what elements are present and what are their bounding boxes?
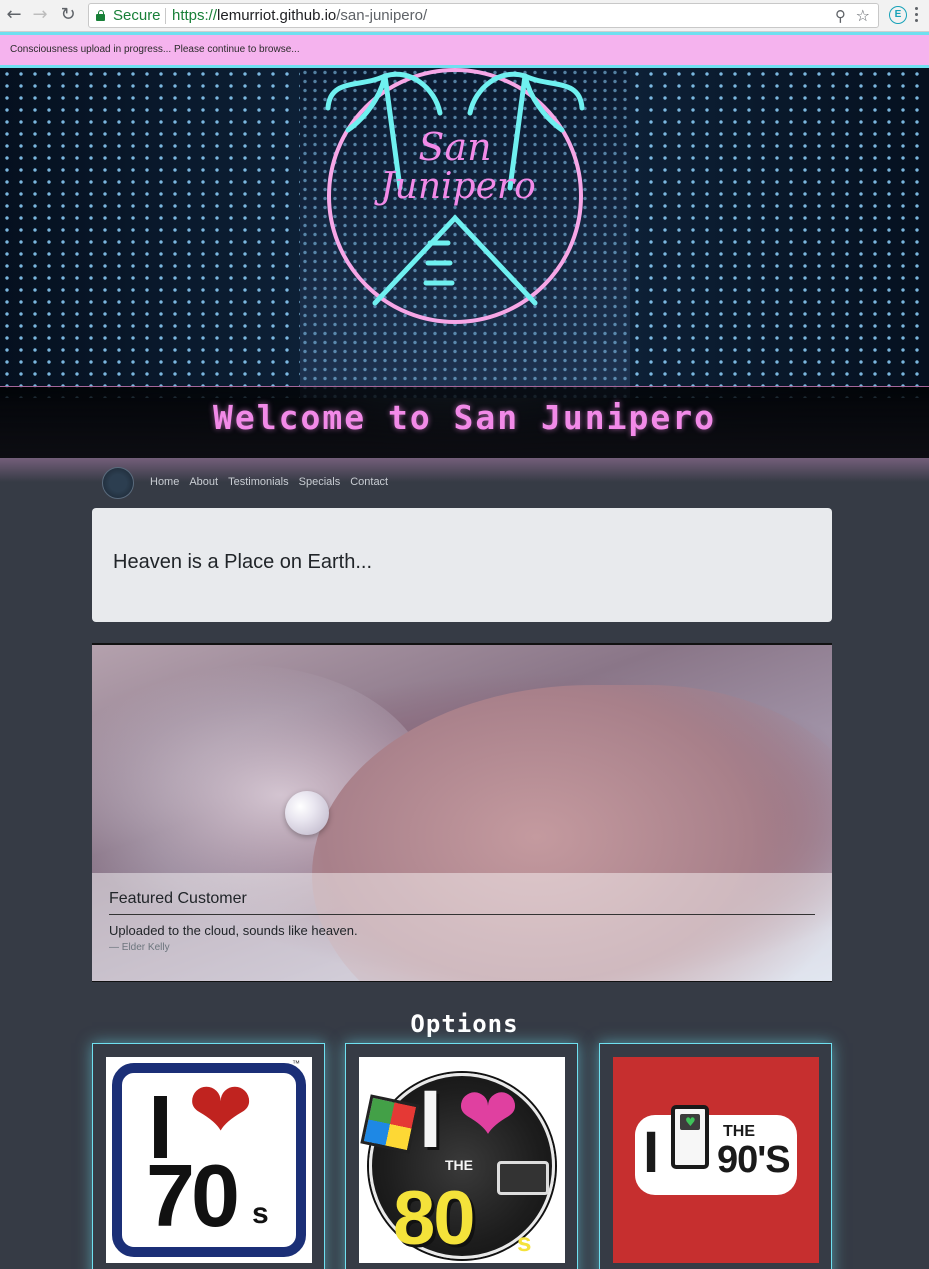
address-separator bbox=[165, 8, 166, 24]
featured-title: Featured Customer bbox=[109, 890, 247, 907]
cassette-icon bbox=[497, 1161, 549, 1195]
url-text[interactable]: https://lemurriot.github.io/san-junipero… bbox=[172, 7, 427, 24]
eighties-the-text: THE bbox=[445, 1157, 473, 1173]
welcome-heading: Welcome to San Junipero bbox=[213, 398, 716, 437]
reload-icon[interactable]: ↻ bbox=[58, 5, 78, 25]
option-card-90s[interactable]: I ♥ THE 90'S bbox=[599, 1043, 832, 1269]
logo-text-junipero: Junipero bbox=[373, 166, 536, 207]
forward-arrow-icon[interactable]: → bbox=[30, 5, 50, 25]
server-rack-left bbox=[0, 68, 300, 398]
logo-text-san: San bbox=[418, 125, 491, 169]
i-love-90s-image: I ♥ THE 90'S bbox=[613, 1057, 819, 1263]
nav-specials-link[interactable]: Specials bbox=[299, 476, 341, 488]
i-love-70s-image: I ❤ 70 s ™ bbox=[106, 1057, 312, 1263]
heart-icon: ❤ bbox=[457, 1072, 520, 1158]
main-navbar: Home About Testimonials Specials Contact bbox=[92, 462, 832, 502]
url-path: /san-junipero/ bbox=[336, 7, 428, 24]
jumbotron-heading: Heaven is a Place on Earth... bbox=[113, 551, 373, 573]
options-heading: Options bbox=[410, 1010, 519, 1038]
option-card-70s[interactable]: I ❤ 70 s ™ bbox=[92, 1043, 325, 1269]
featured-customer-card: Featured Customer Uploaded to the cloud,… bbox=[92, 643, 832, 982]
caption-divider bbox=[109, 914, 815, 915]
heart-icon: ❤ bbox=[188, 1066, 254, 1156]
eighties-i-text: I bbox=[419, 1074, 442, 1165]
nav-home-link[interactable]: Home bbox=[150, 476, 179, 488]
upload-notice-banner: Consciousness upload in progress... Plea… bbox=[0, 32, 929, 68]
secure-label: Secure bbox=[113, 7, 161, 24]
nav-contact-link[interactable]: Contact bbox=[350, 476, 388, 488]
seventies-s-text: s bbox=[252, 1197, 269, 1230]
trademark-text: ™ bbox=[292, 1059, 300, 1068]
nineties-decade-text: 90'S bbox=[717, 1139, 791, 1181]
featured-cite: — Elder Kelly bbox=[109, 942, 170, 953]
nav-logo-icon[interactable] bbox=[102, 467, 134, 499]
extension-icon[interactable]: E bbox=[889, 6, 907, 24]
browser-menu-icon[interactable] bbox=[915, 7, 919, 23]
nav-testimonials-link[interactable]: Testimonials bbox=[228, 476, 289, 488]
bookmark-star-icon[interactable]: ☆ bbox=[856, 6, 870, 25]
lock-icon bbox=[96, 10, 105, 21]
hero-banner: San Junipero Welcome to San Junipero bbox=[0, 68, 929, 458]
green-heart-icon: ♥ bbox=[685, 1115, 696, 1129]
address-bar[interactable]: Secure https://lemurriot.github.io/san-j… bbox=[88, 3, 879, 28]
featured-quote: Uploaded to the cloud, sounds like heave… bbox=[109, 923, 358, 938]
zoom-icon[interactable]: ⚲ bbox=[835, 7, 846, 25]
nav-links: Home About Testimonials Specials Contact bbox=[150, 476, 388, 488]
nav-about-link[interactable]: About bbox=[189, 476, 218, 488]
seventies-decade-text: 70 bbox=[146, 1146, 240, 1245]
san-junipero-logo: San Junipero bbox=[325, 68, 585, 324]
upload-device-icon bbox=[285, 791, 329, 835]
eighties-decade-text: 80 bbox=[393, 1176, 476, 1261]
i-love-80s-image: I ❤ THE 80 s bbox=[359, 1057, 565, 1263]
featured-caption: Featured Customer Uploaded to the cloud,… bbox=[92, 873, 832, 981]
url-scheme: https:// bbox=[172, 7, 218, 24]
server-rack-right bbox=[630, 68, 929, 398]
back-arrow-icon[interactable]: ← bbox=[4, 5, 24, 25]
option-card-80s[interactable]: I ❤ THE 80 s bbox=[345, 1043, 578, 1269]
rubiks-cube-icon bbox=[360, 1094, 420, 1154]
notice-text: Consciousness upload in progress... Plea… bbox=[10, 44, 300, 55]
eighties-s-text: s bbox=[517, 1227, 532, 1257]
url-host: lemurriot.github.io bbox=[217, 7, 337, 24]
gameboy-icon: ♥ bbox=[671, 1105, 709, 1169]
jumbotron: Heaven is a Place on Earth... bbox=[92, 508, 832, 622]
nineties-i-text: I bbox=[643, 1120, 660, 1185]
browser-toolbar: ← → ↻ Secure https://lemurriot.github.io… bbox=[0, 0, 929, 32]
